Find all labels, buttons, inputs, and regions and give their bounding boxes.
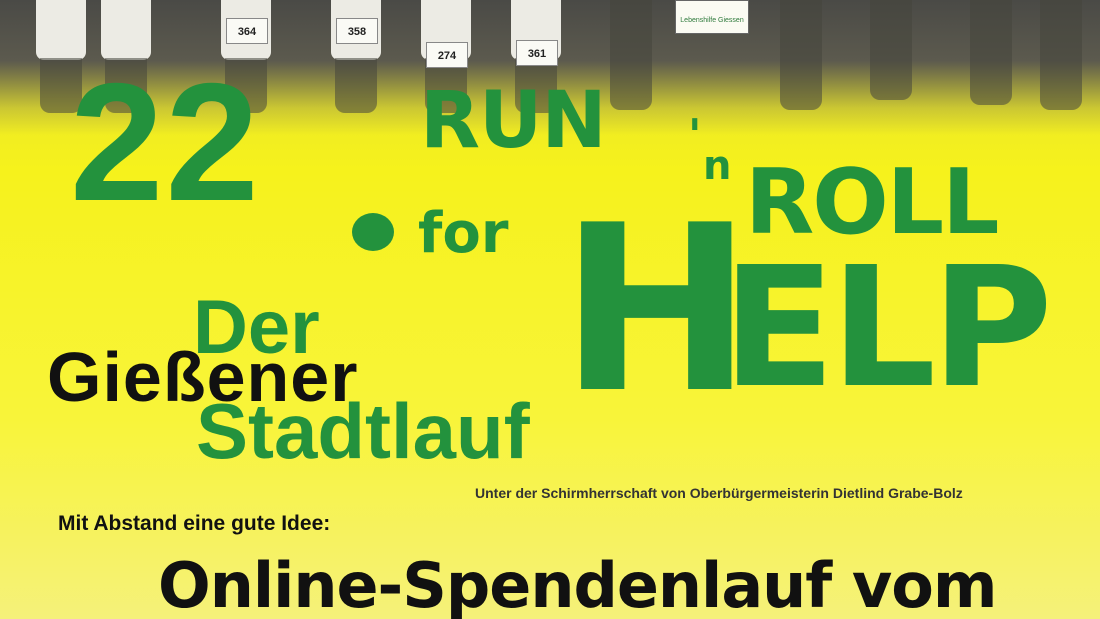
participant-figure	[770, 0, 832, 118]
event-name: Stadtlauf	[196, 387, 530, 475]
participant-figure	[1030, 0, 1092, 118]
bib-number: 364	[226, 18, 268, 44]
edition-number: 22	[70, 48, 261, 236]
subheadline: Mit Abstand eine gute Idee:	[58, 512, 331, 535]
bib-number: 358	[336, 18, 378, 44]
event-poster: 364 358 274 361 Lebenshilfe Giessen 22 R…	[0, 0, 1100, 619]
participant-figure: 358	[325, 0, 387, 118]
title-help-initial: H	[560, 177, 752, 444]
edition-dot	[352, 213, 394, 251]
participant-figure	[600, 0, 662, 118]
bib-number: 361	[516, 40, 558, 66]
title-run: RUN	[420, 76, 607, 166]
headline: Online-Spendenlauf vom	[158, 549, 997, 619]
title-for: for	[418, 201, 509, 266]
patronage-note: Unter der Schirmherrschaft von Oberbürge…	[475, 485, 963, 501]
participant-figure	[860, 0, 922, 118]
sign-board: Lebenshilfe Giessen	[675, 0, 749, 34]
title-apostrophe: '	[688, 110, 702, 161]
participant-figure	[960, 0, 1022, 118]
title-help-rest: ELP	[722, 232, 1053, 425]
bib-number: 274	[426, 42, 468, 68]
